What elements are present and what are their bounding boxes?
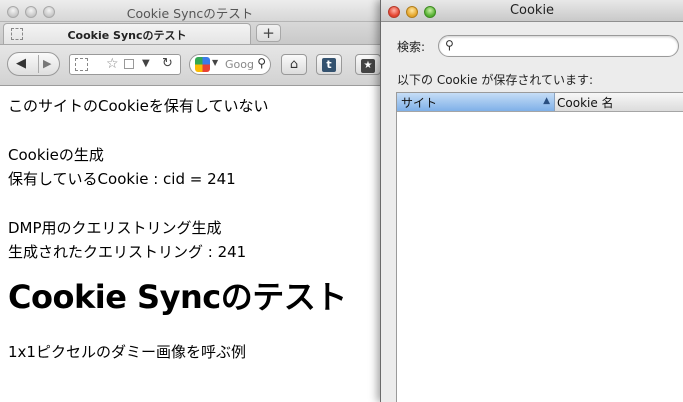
site-identity-icon[interactable]	[75, 58, 88, 71]
cookie-status-text: このサイトのCookieを保有していない	[8, 97, 269, 115]
table-header: サイト ▲ Cookie 名	[397, 93, 683, 112]
search-label: 検索:	[397, 40, 426, 54]
feed-icon[interactable]	[124, 59, 134, 69]
page-heading: Cookie Syncのテスト	[8, 278, 347, 316]
search-bar[interactable]: ▼ Goog ⚲	[189, 54, 271, 75]
query-generate-text: DMP用のクエリストリング生成	[8, 219, 222, 237]
query-value-text: 生成されたクエリストリング : 241	[8, 243, 247, 261]
column-header-site[interactable]: サイト ▲	[397, 93, 555, 111]
dummy-image-text: 1x1ピクセルのダミー画像を呼ぶ例	[8, 343, 246, 361]
column-label: サイト	[401, 96, 438, 110]
navigation-toolbar: ◀ ▶ ☆ ▼ ↻ ▼ Goog ⚲ ⌂ t ★	[0, 45, 381, 86]
bookmark-star-icon[interactable]: ☆	[106, 56, 119, 72]
cookie-window: Cookie 検索: ⚲ 以下の Cookie が保存されています: サイト ▲…	[380, 0, 683, 402]
search-icon: ⚲	[445, 38, 454, 52]
url-bar[interactable]: ☆ ▼ ↻	[69, 54, 181, 75]
divider	[38, 55, 39, 73]
new-tab-button[interactable]: +	[256, 24, 281, 42]
tumblr-button[interactable]: t	[316, 54, 342, 75]
sort-ascending-icon: ▲	[543, 96, 550, 106]
forward-arrow-icon[interactable]: ▶	[43, 57, 51, 70]
chevron-down-icon[interactable]: ▼	[142, 58, 150, 69]
window-title: Cookie Syncのテスト	[126, 6, 254, 21]
page-content: このサイトのCookieを保有していない Cookieの生成 保有しているCoo…	[8, 94, 378, 364]
browser-window: Cookie Syncのテスト Cookie Syncのテスト + ◀ ▶ ☆ …	[0, 0, 381, 402]
cookie-titlebar: Cookie	[381, 0, 683, 22]
bookmark-button[interactable]: ★	[355, 54, 381, 75]
google-icon[interactable]	[195, 57, 210, 72]
cookie-generate-text: Cookieの生成	[8, 146, 104, 164]
home-icon: ⌂	[289, 57, 299, 72]
tumblr-icon: t	[322, 58, 336, 72]
browser-titlebar: Cookie Syncのテスト	[0, 0, 380, 22]
back-forward-group: ◀ ▶	[7, 52, 60, 76]
tab-label: Cookie Syncのテスト	[67, 29, 187, 42]
bookmark-star-icon: ★	[361, 59, 375, 73]
reload-icon[interactable]: ↻	[162, 56, 173, 71]
cookie-table[interactable]: サイト ▲ Cookie 名	[396, 92, 683, 402]
search-icon[interactable]: ⚲	[257, 56, 266, 70]
cookie-info-text: 以下の Cookie が保存されています:	[397, 73, 594, 87]
column-header-cookie-name[interactable]: Cookie 名	[557, 94, 614, 111]
window-title: Cookie	[509, 3, 555, 18]
cookie-value-text: 保有しているCookie : cid = 241	[8, 170, 236, 188]
home-button[interactable]: ⌂	[281, 54, 307, 75]
tab-strip: Cookie Syncのテスト +	[0, 22, 380, 45]
cookie-search-input[interactable]: ⚲	[438, 35, 679, 57]
chevron-down-icon[interactable]: ▼	[212, 58, 218, 67]
back-arrow-icon[interactable]: ◀	[16, 56, 26, 71]
tab-cookie-sync[interactable]: Cookie Syncのテスト	[3, 23, 251, 44]
search-input[interactable]: Goog	[225, 58, 254, 71]
